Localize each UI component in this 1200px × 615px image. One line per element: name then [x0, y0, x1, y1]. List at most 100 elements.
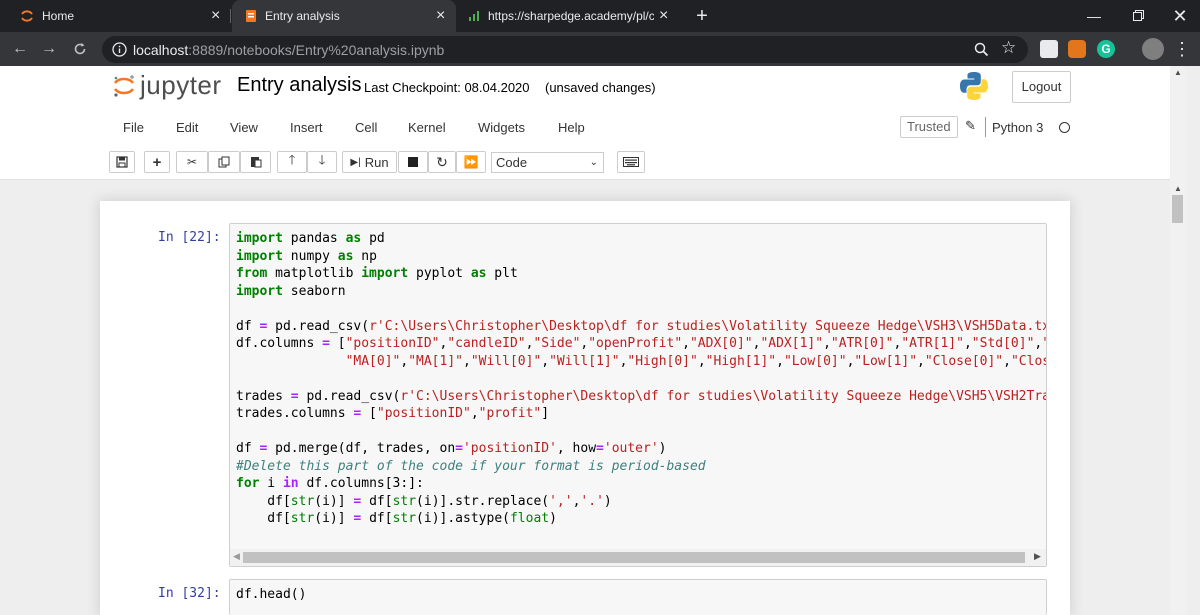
trusted-indicator[interactable]: Trusted	[900, 116, 958, 138]
minimize-icon[interactable]: —	[1082, 4, 1106, 28]
menu-view[interactable]: View	[230, 120, 258, 135]
menu-bar: File Edit View Insert Cell Kernel Widget…	[109, 112, 1075, 142]
cut-button[interactable]: ✂	[176, 151, 208, 173]
signal-favicon-icon	[469, 11, 479, 21]
kernel-divider	[985, 117, 986, 137]
save-button[interactable]	[109, 151, 135, 173]
insert-cell-button[interactable]: +	[144, 151, 170, 173]
code-cell-editor[interactable]: import pandas as pd import numpy as np f…	[229, 223, 1047, 567]
scroll-left-icon[interactable]: ◀	[233, 551, 240, 562]
python-logo-icon	[960, 72, 988, 100]
forward-icon[interactable]: →	[37, 37, 61, 61]
kernel-name[interactable]: Python 3	[992, 120, 1043, 135]
checkpoint-status: Last Checkpoint: 08.04.2020	[364, 80, 530, 95]
menu-widgets[interactable]: Widgets	[478, 120, 525, 135]
chevron-down-icon: ⌄	[589, 157, 598, 168]
restart-kernel-button[interactable]: ↻	[428, 151, 456, 173]
close-icon[interactable]: ×	[211, 7, 220, 25]
url-host: localhost	[133, 42, 189, 58]
cell-type-value: Code	[496, 155, 528, 170]
browser-toolbar: ← → localhost:8889/notebooks/Entry%20ana…	[0, 32, 1200, 66]
menu-cell[interactable]: Cell	[355, 120, 377, 135]
tab-sharpedge[interactable]: https://sharpedge.academy/pl/cr ×	[458, 0, 684, 32]
code-cell-editor[interactable]: df.head()	[229, 579, 1047, 615]
zoom-icon[interactable]	[974, 42, 989, 57]
scroll-up-icon[interactable]: ▲	[1174, 68, 1182, 77]
notebook-favicon-icon	[246, 10, 256, 22]
restart-run-all-button[interactable]: ⏩	[456, 151, 486, 173]
reload-icon[interactable]	[68, 37, 92, 61]
info-icon[interactable]	[112, 42, 127, 57]
move-down-button[interactable]: 🡓	[307, 151, 337, 173]
tab-title: Home	[42, 9, 75, 23]
menu-edit[interactable]: Edit	[176, 120, 198, 135]
jupyter-logo-icon[interactable]	[112, 74, 136, 98]
url-text: localhost:8889/notebooks/Entry%20analysi…	[133, 42, 444, 58]
command-palette-button[interactable]	[617, 151, 645, 173]
interrupt-kernel-button[interactable]	[398, 151, 428, 173]
vertical-scrollbar[interactable]: ▲ ▲	[1170, 66, 1186, 615]
restore-icon[interactable]	[1126, 4, 1150, 28]
notebook-title[interactable]: Entry analysis	[237, 74, 362, 97]
grammarly-icon[interactable]: G	[1097, 40, 1115, 58]
run-label: Run	[364, 154, 389, 170]
url-path: :8889/notebooks/Entry%20analysis.ipynb	[188, 42, 445, 58]
scroll-right-icon[interactable]: ▶	[1034, 551, 1041, 562]
more-menu-icon[interactable]: ⋮	[1170, 37, 1194, 61]
close-icon[interactable]: ×	[436, 7, 445, 25]
run-button[interactable]: ▶| Run	[342, 151, 397, 173]
tab-title: Entry analysis	[265, 9, 340, 23]
code-text: df.head()	[236, 587, 307, 602]
window-close-icon[interactable]: ✕	[1168, 4, 1192, 28]
paste-button[interactable]	[240, 151, 271, 173]
copy-button[interactable]	[208, 151, 240, 173]
cell-prompt: In [32]:	[158, 586, 221, 601]
pencil-icon[interactable]: ✎	[965, 118, 976, 134]
menu-insert[interactable]: Insert	[290, 120, 323, 135]
horizontal-scrollbar[interactable]: ◀ ▶	[230, 549, 1046, 566]
cell-prompt: In [22]:	[158, 230, 221, 245]
copy-icon	[218, 156, 230, 168]
arrow-down-icon: 🡓	[318, 152, 326, 167]
restart-icon: ↻	[436, 153, 448, 170]
window-edge	[1186, 66, 1200, 615]
menu-kernel[interactable]: Kernel	[408, 120, 446, 135]
menu-help[interactable]: Help	[558, 120, 585, 135]
scissors-icon: ✂	[186, 155, 198, 169]
bookmark-star-icon[interactable]: ☆	[1001, 38, 1016, 58]
keyboard-icon	[623, 157, 639, 167]
close-icon[interactable]: ×	[659, 7, 668, 25]
arrow-up-icon: 🡑	[288, 152, 296, 167]
scroll-up-icon[interactable]: ▲	[1174, 184, 1182, 193]
jupyter-favicon-icon	[21, 10, 33, 22]
tab-title: https://sharpedge.academy/pl/cr	[488, 9, 654, 23]
fast-forward-icon: ⏩	[463, 155, 479, 169]
jupyter-header: jupyter Entry analysis Last Checkpoint: …	[0, 66, 1170, 180]
paste-icon	[250, 157, 261, 168]
extension-chat-icon[interactable]	[1040, 40, 1058, 58]
tab-home[interactable]: Home ×	[6, 0, 230, 32]
step-forward-icon: ▶|	[350, 156, 361, 168]
tab-divider	[230, 9, 231, 23]
new-tab-button[interactable]: +	[690, 4, 714, 28]
jupyter-logo-text[interactable]: jupyter	[140, 70, 222, 101]
menu-file[interactable]: File	[123, 120, 144, 135]
move-up-button[interactable]: 🡑	[277, 151, 307, 173]
save-icon	[116, 156, 128, 168]
code-content[interactable]: df.head()	[236, 586, 306, 604]
logout-button[interactable]: Logout	[1012, 71, 1071, 103]
code-content[interactable]: import pandas as pd import numpy as np f…	[236, 230, 1046, 528]
cell-type-select[interactable]: Code ⌄	[491, 152, 604, 173]
plus-icon: +	[152, 153, 162, 171]
kernel-idle-icon	[1059, 122, 1070, 133]
unsaved-changes-indicator: (unsaved changes)	[545, 80, 656, 95]
avatar[interactable]	[1142, 38, 1164, 60]
metamask-fox-icon[interactable]	[1068, 40, 1086, 58]
stop-icon	[408, 157, 418, 167]
scrollbar-thumb[interactable]	[243, 552, 1025, 563]
address-bar[interactable]: localhost:8889/notebooks/Entry%20analysi…	[102, 36, 1028, 63]
scrollbar-thumb[interactable]	[1172, 195, 1183, 223]
browser-tab-strip: Home × Entry analysis × https://sharpedg…	[0, 0, 1200, 32]
tab-entry-analysis[interactable]: Entry analysis ×	[232, 0, 456, 32]
back-icon[interactable]: ←	[8, 37, 32, 61]
